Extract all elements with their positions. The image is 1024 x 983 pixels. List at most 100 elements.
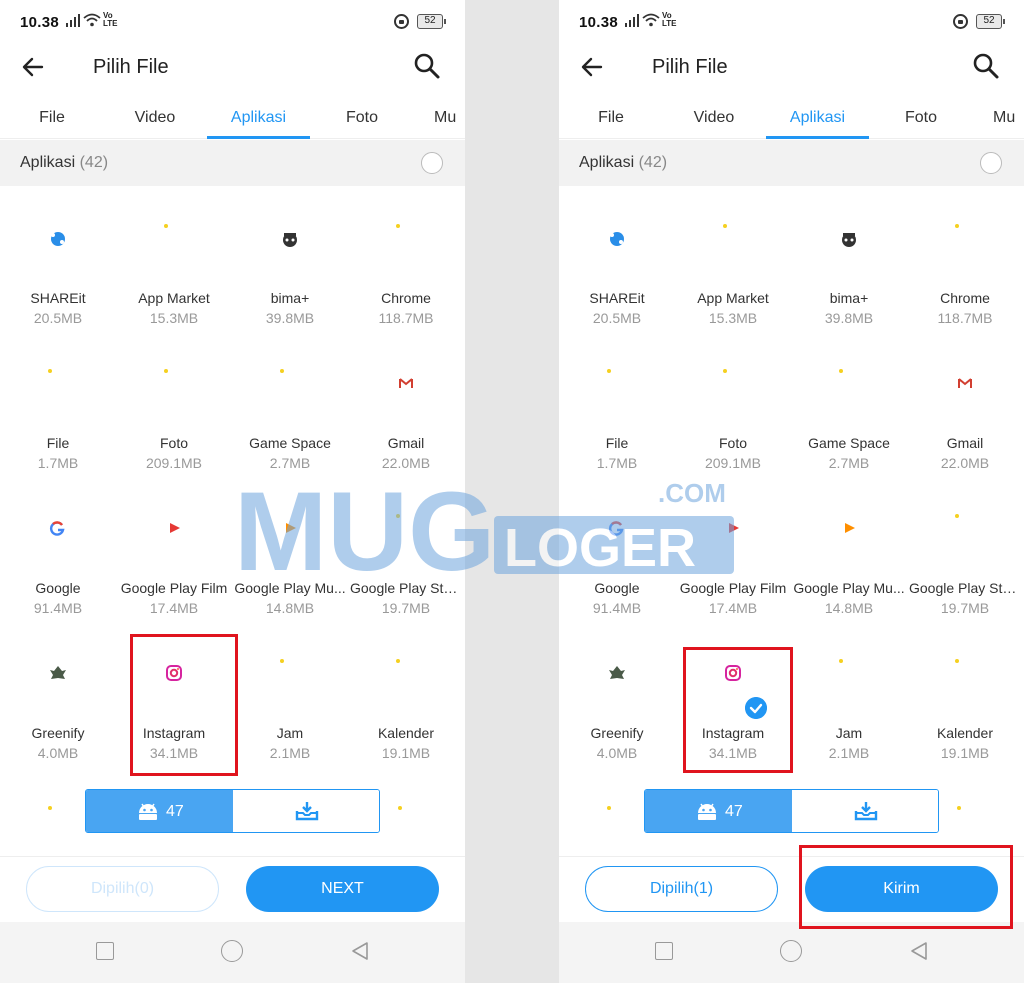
- tab-foto[interactable]: Foto: [328, 96, 396, 139]
- nav-back-icon[interactable]: [908, 940, 930, 962]
- app-item-instagram[interactable]: Instagram 34.1MB: [675, 631, 791, 771]
- kalender-icon: [955, 659, 959, 663]
- arrow-left-icon[interactable]: [20, 54, 46, 80]
- app-item-chrome[interactable]: Chrome 118.7MB: [907, 196, 1023, 336]
- app-size: 39.8MB: [824, 310, 874, 326]
- app-item-play-film[interactable]: Google Play Film 17.4MB: [675, 486, 791, 626]
- instagram-icon: [725, 665, 741, 681]
- chrome-icon: [396, 224, 400, 228]
- tab-aplikasi[interactable]: Aplikasi: [207, 96, 310, 139]
- home-icon[interactable]: [221, 940, 243, 962]
- app-item-foto[interactable]: Foto 209.1MB: [675, 341, 791, 481]
- app-item-shareit[interactable]: SHAREit 20.5MB: [559, 196, 675, 336]
- battery-icon: 52: [976, 14, 1005, 29]
- nav-back-icon[interactable]: [349, 940, 371, 962]
- app-item-greenify[interactable]: Greenify 4.0MB: [0, 631, 116, 771]
- section-header: Aplikasi (42): [559, 140, 1024, 186]
- app-size: 34.1MB: [149, 745, 199, 761]
- placeholder-icon: [48, 806, 52, 810]
- app-item-gmail[interactable]: Gmail 22.0MB: [348, 341, 464, 481]
- app-size: 118.7MB: [937, 310, 993, 326]
- home-icon[interactable]: [780, 940, 802, 962]
- tab-music[interactable]: Mu: [434, 96, 465, 139]
- app-item-bima[interactable]: bima+ 39.8MB: [232, 196, 348, 336]
- apk-files-toggle[interactable]: [792, 790, 938, 832]
- app-item-play-store[interactable]: Google Play Sto... 19.7MB: [348, 486, 464, 626]
- app-item-foto[interactable]: Foto 209.1MB: [116, 341, 232, 481]
- select-all-radio[interactable]: [980, 152, 1002, 174]
- selected-count-button[interactable]: Dipilih(1): [585, 866, 778, 912]
- section-count: (42): [79, 154, 109, 171]
- select-all-radio[interactable]: [421, 152, 443, 174]
- phone-screen-before: 10.38 Vo LTE 52 Pilih File File Video Apl…: [0, 0, 465, 983]
- app-size: 4.0MB: [37, 745, 79, 761]
- app-item-google[interactable]: Google 91.4MB: [559, 486, 675, 626]
- app-item-kalender[interactable]: Kalender 19.1MB: [907, 631, 1023, 771]
- download-tray-icon: [295, 802, 319, 821]
- view-toggle: 47: [85, 789, 380, 833]
- tab-music[interactable]: Mu: [993, 96, 1024, 139]
- app-item-file[interactable]: File 1.7MB: [559, 341, 675, 481]
- tab-file[interactable]: File: [575, 96, 647, 139]
- recent-apps-icon[interactable]: [655, 942, 673, 960]
- app-name: Google: [594, 580, 640, 596]
- app-item-google[interactable]: Google 91.4MB: [0, 486, 116, 626]
- tab-foto[interactable]: Foto: [887, 96, 955, 139]
- search-icon[interactable]: [972, 52, 1000, 80]
- app-item-bima[interactable]: bima+ 39.8MB: [791, 196, 907, 336]
- google-icon: [50, 521, 65, 536]
- tab-aplikasi[interactable]: Aplikasi: [766, 96, 869, 139]
- selected-check-icon: [745, 697, 767, 719]
- search-icon[interactable]: [413, 52, 441, 80]
- jam-icon: [280, 659, 284, 663]
- app-item-instagram[interactable]: Instagram 34.1MB: [116, 631, 232, 771]
- next-button[interactable]: NEXT: [246, 866, 439, 912]
- selected-count-button[interactable]: Dipilih(0): [26, 866, 219, 912]
- app-item-app-market[interactable]: App Market 15.3MB: [675, 196, 791, 336]
- app-item-gmail[interactable]: Gmail 22.0MB: [907, 341, 1023, 481]
- app-name: Chrome: [381, 290, 431, 306]
- tab-video[interactable]: Video: [118, 96, 192, 139]
- app-item-chrome[interactable]: Chrome 118.7MB: [348, 196, 464, 336]
- app-size: 14.8MB: [824, 600, 874, 616]
- page-title: Pilih File: [652, 56, 728, 78]
- play-music-icon: [845, 523, 855, 533]
- status-time: 10.38: [20, 14, 60, 31]
- app-item-jam[interactable]: Jam 2.1MB: [791, 631, 907, 771]
- installed-apps-toggle[interactable]: 47: [645, 790, 792, 832]
- app-name: Gmail: [946, 435, 984, 451]
- app-item-game-space[interactable]: Game Space 2.7MB: [791, 341, 907, 481]
- app-item-app-market[interactable]: App Market 15.3MB: [116, 196, 232, 336]
- app-item-game-space[interactable]: Game Space 2.7MB: [232, 341, 348, 481]
- app-item-greenify[interactable]: Greenify 4.0MB: [559, 631, 675, 771]
- app-item-play-music[interactable]: Google Play Mu... 14.8MB: [232, 486, 348, 626]
- gmail-icon: [399, 378, 413, 388]
- app-name: Gmail: [387, 435, 425, 451]
- app-size: 19.1MB: [381, 745, 431, 761]
- arrow-left-icon[interactable]: [579, 54, 605, 80]
- app-item-jam[interactable]: Jam 2.1MB: [232, 631, 348, 771]
- app-item-kalender[interactable]: Kalender 19.1MB: [348, 631, 464, 771]
- comparison-stage: 10.38 Vo LTE 52 Pilih File File Video Apl…: [0, 0, 1024, 983]
- app-name: File: [46, 435, 70, 451]
- app-item-play-film[interactable]: Google Play Film 17.4MB: [116, 486, 232, 626]
- section-count: (42): [638, 154, 668, 171]
- send-button[interactable]: Kirim: [805, 866, 998, 912]
- apk-files-toggle[interactable]: [233, 790, 379, 832]
- foto-icon: [164, 369, 168, 373]
- app-size: 2.1MB: [269, 745, 311, 761]
- tab-video[interactable]: Video: [677, 96, 751, 139]
- android-icon: [698, 803, 716, 820]
- app-size: 2.7MB: [269, 455, 311, 471]
- app-market-icon: [164, 224, 168, 228]
- app-item-file[interactable]: File 1.7MB: [0, 341, 116, 481]
- tab-bar: File Video Aplikasi Foto Mu: [559, 96, 1024, 139]
- app-count: 47: [725, 803, 743, 820]
- bima-icon: [283, 233, 297, 247]
- recent-apps-icon[interactable]: [96, 942, 114, 960]
- tab-file[interactable]: File: [16, 96, 88, 139]
- app-item-shareit[interactable]: SHAREit 20.5MB: [0, 196, 116, 336]
- app-item-play-music[interactable]: Google Play Mu... 14.8MB: [791, 486, 907, 626]
- installed-apps-toggle[interactable]: 47: [86, 790, 233, 832]
- app-item-play-store[interactable]: Google Play Sto... 19.7MB: [907, 486, 1023, 626]
